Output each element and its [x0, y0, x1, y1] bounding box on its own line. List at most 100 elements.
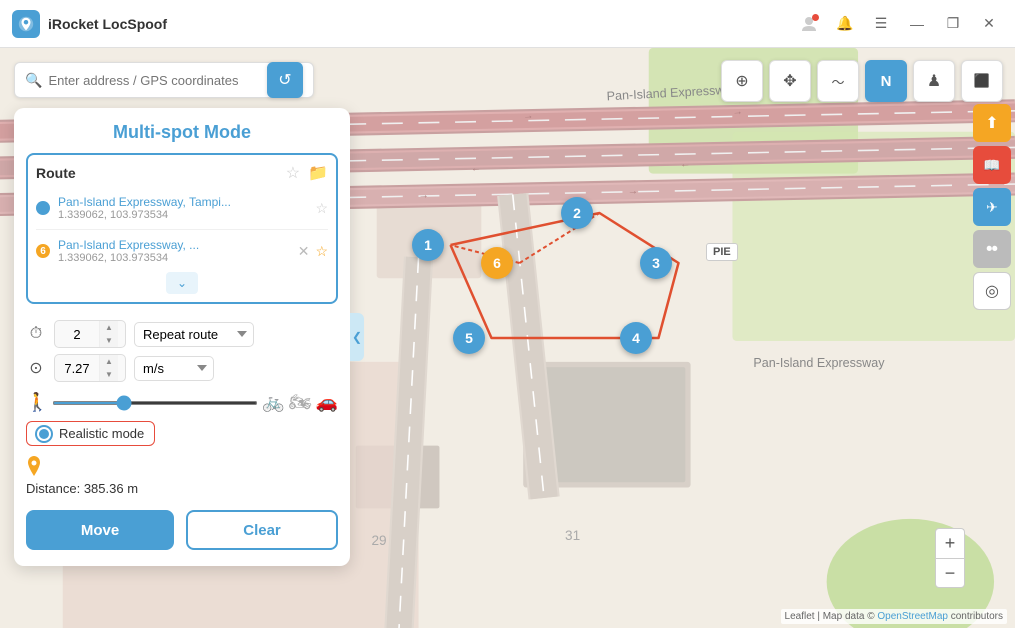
- toolbar-route-btn[interactable]: 〜: [817, 60, 859, 102]
- speed-input[interactable]: [55, 357, 99, 380]
- map-pin-4[interactable]: 4: [620, 322, 652, 354]
- route-item-close-6[interactable]: ✕: [298, 243, 310, 260]
- expand-btn-wrap: ⌄: [36, 272, 328, 294]
- app-logo: [12, 10, 40, 38]
- speed-icon: ⊙: [26, 358, 46, 378]
- speed-decrement[interactable]: ▼: [100, 368, 118, 381]
- start-pin-icon: [26, 456, 42, 476]
- zoom-controls: + −: [935, 528, 965, 588]
- speed-unit-select[interactable]: m/s km/h mph: [134, 356, 214, 381]
- action-buttons: Move Clear: [14, 506, 350, 550]
- route-item-text-1: Pan-Island Expressway, Tampi... 1.339062…: [58, 195, 307, 221]
- walk-icon[interactable]: 🚶: [26, 392, 48, 413]
- svg-text:→: →: [732, 106, 743, 118]
- realistic-mode-dot: [37, 427, 51, 441]
- speed-input-wrap: ▲ ▼: [54, 354, 126, 382]
- route-item-icons-1: ☆: [315, 200, 328, 217]
- route-item: Pan-Island Expressway, Tampi... 1.339062…: [36, 191, 328, 225]
- route-header-icons: ☆ 📁: [286, 163, 328, 183]
- titlebar: iRocket LocSpoof 🔔 ☰ — ❐ ✕: [0, 0, 1015, 48]
- route-item-text-6: Pan-Island Expressway, ... 1.339062, 103…: [58, 238, 290, 264]
- bookmarks-btn[interactable]: 📖: [973, 146, 1011, 184]
- toolbar-multispot-btn[interactable]: N: [865, 60, 907, 102]
- window-controls: 🔔 ☰ — ❐ ✕: [795, 10, 1003, 38]
- osm-link[interactable]: OpenStreetMap: [877, 611, 948, 622]
- speed-increment[interactable]: ▲: [100, 355, 118, 368]
- map-toolbar: ⊕ ✥ 〜 N ♟ ⬛: [721, 60, 1003, 102]
- repeat-decrement[interactable]: ▼: [100, 334, 118, 347]
- route-item-6: 6 Pan-Island Expressway, ... 1.339062, 1…: [36, 234, 328, 268]
- num-arrows-repeat: ▲ ▼: [99, 321, 118, 347]
- zoom-in-button[interactable]: +: [935, 528, 965, 558]
- route-import-btn[interactable]: ⬆: [973, 104, 1011, 142]
- map-pin-6[interactable]: 6: [481, 247, 513, 279]
- route-item-coords-1: 1.339062, 103.973534: [58, 209, 307, 221]
- car-icon[interactable]: 🚗: [316, 392, 338, 413]
- toggle-btn[interactable]: ⏺⏺: [973, 230, 1011, 268]
- menu-icon[interactable]: ☰: [867, 10, 895, 38]
- search-input[interactable]: [48, 73, 259, 88]
- clear-button[interactable]: Clear: [186, 510, 338, 550]
- repeat-input[interactable]: [55, 323, 99, 346]
- map-pin-2[interactable]: 2: [561, 197, 593, 229]
- svg-text:→: →: [418, 190, 429, 202]
- transport-slider[interactable]: [52, 401, 258, 405]
- maximize-button[interactable]: ❐: [939, 10, 967, 38]
- svg-text:←: ←: [470, 163, 481, 175]
- realistic-mode-box[interactable]: Realistic mode: [26, 421, 155, 446]
- route-star-icon[interactable]: ☆: [286, 163, 300, 183]
- expand-button[interactable]: ⌄: [166, 272, 198, 294]
- target-btn[interactable]: ◎: [973, 272, 1011, 310]
- toolbar-move-btn[interactable]: ✥: [769, 60, 811, 102]
- route-divider: [36, 229, 328, 230]
- minimize-button[interactable]: —: [903, 10, 931, 38]
- search-bar: 🔍 ↺: [14, 62, 314, 98]
- slider-wrap: [52, 401, 258, 405]
- bell-icon[interactable]: 🔔: [831, 10, 859, 38]
- route-label: Route: [36, 165, 76, 181]
- toolbar-compass-btn[interactable]: ⊕: [721, 60, 763, 102]
- route-item-star-6[interactable]: ☆: [315, 243, 328, 260]
- speed-row: ⊙ ▲ ▼ m/s km/h mph: [14, 352, 350, 386]
- profile-icon[interactable]: [795, 10, 823, 38]
- panel-collapse-btn[interactable]: ❮: [350, 313, 364, 361]
- route-dot-1: [36, 201, 50, 215]
- right-sidebar: ⬆ 📖 ✈ ⏺⏺ ◎: [969, 96, 1015, 628]
- svg-text:→: →: [627, 186, 638, 198]
- distance-row: Distance: 385.36 m: [14, 478, 350, 506]
- move-button[interactable]: Move: [26, 510, 174, 550]
- realistic-mode-label: Realistic mode: [59, 426, 144, 441]
- repeat-increment[interactable]: ▲: [100, 321, 118, 334]
- svg-text:←: ←: [680, 159, 691, 171]
- bike-icon[interactable]: 🚲: [262, 392, 284, 413]
- route-item-star-1[interactable]: ☆: [315, 200, 328, 217]
- toolbar-teleport-btn[interactable]: ♟: [913, 60, 955, 102]
- svg-text:31: 31: [565, 528, 580, 543]
- repeat-icon: ⏱: [26, 325, 46, 343]
- repeat-mode-select[interactable]: Repeat route Bounce One way: [134, 322, 254, 347]
- send-btn[interactable]: ✈: [973, 188, 1011, 226]
- svg-text:→: →: [523, 111, 534, 123]
- route-folder-icon[interactable]: 📁: [308, 163, 328, 183]
- map-container[interactable]: → → → → ← ← ← → → → Pan-Island Expresswa…: [0, 48, 1015, 628]
- multispot-panel: Multi-spot Mode Route ☆ 📁 Pan-Island Exp…: [14, 108, 350, 566]
- zoom-out-button[interactable]: −: [935, 558, 965, 588]
- realistic-row: Realistic mode: [14, 415, 350, 452]
- panel-title: Multi-spot Mode: [14, 108, 350, 153]
- map-pin-1[interactable]: 1: [412, 229, 444, 261]
- route-dot-6: 6: [36, 244, 50, 258]
- moto-icon[interactable]: 🏍: [289, 392, 312, 413]
- refresh-button[interactable]: ↺: [267, 62, 303, 98]
- route-item-name-1: Pan-Island Expressway, Tampi...: [58, 195, 307, 209]
- search-icon: 🔍: [25, 72, 42, 89]
- route-box: Route ☆ 📁 Pan-Island Expressway, Tampi..…: [26, 153, 338, 304]
- route-item-icons-6: ✕ ☆: [298, 243, 328, 260]
- num-arrows-speed: ▲ ▼: [99, 355, 118, 381]
- map-pin-3[interactable]: 3: [640, 247, 672, 279]
- map-pin-5[interactable]: 5: [453, 322, 485, 354]
- repeat-input-wrap: ▲ ▼: [54, 320, 126, 348]
- route-header: Route ☆ 📁: [36, 163, 328, 183]
- close-button[interactable]: ✕: [975, 10, 1003, 38]
- transport-row: 🚶 🚲 🏍 🚗: [14, 386, 350, 415]
- map-attribution: Leaflet | Map data © OpenStreetMap contr…: [781, 609, 1007, 624]
